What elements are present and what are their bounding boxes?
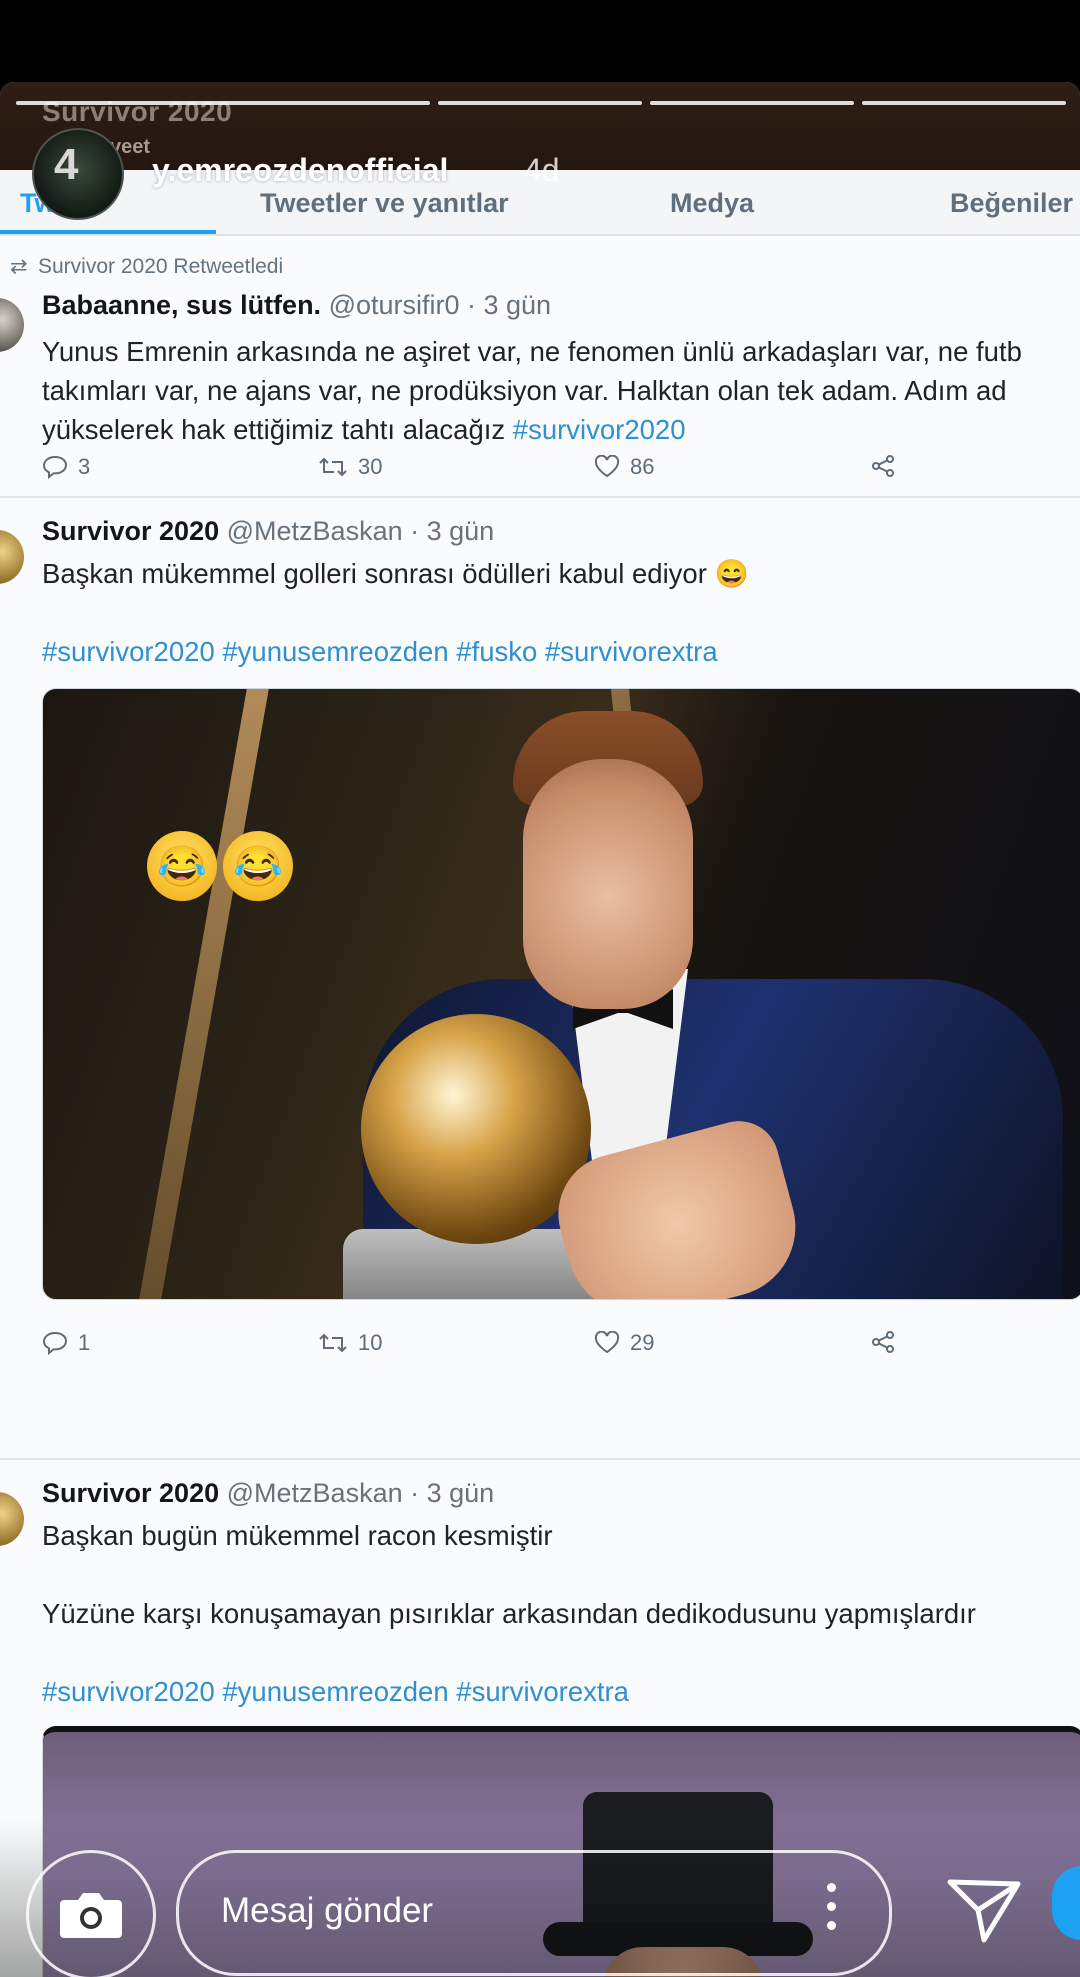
tab-media[interactable]: Medya [670, 188, 754, 219]
tweet-hashtags[interactable]: #survivor2020 #yunusemreozden #survivore… [42, 1672, 629, 1711]
story-username[interactable]: y.emreozdenofficial [152, 152, 448, 189]
author-handle-time: @MetzBaskan · 3 gün [226, 1478, 495, 1508]
progress-segment [438, 101, 642, 105]
tab-tweets-and-replies[interactable]: Tweetler ve yanıtlar [260, 188, 509, 219]
photo-face [523, 759, 693, 1009]
golden-ball-trophy [361, 1014, 591, 1244]
tweet-1[interactable]: ⇄ Survivor 2020 Retweetledi Babaanne, sus… [0, 236, 1080, 498]
retweet-context: ⇄ Survivor 2020 Retweetledi [10, 255, 284, 278]
share-icon [872, 455, 894, 477]
retweet-icon: ⇄ [10, 255, 28, 278]
author-handle-time: @MetzBaskan · 3 gün [226, 516, 495, 546]
retweet-button[interactable]: 30 [318, 454, 382, 480]
progress-segment [16, 101, 430, 105]
share-button[interactable] [870, 454, 896, 478]
tweet-header: Survivor 2020 @MetzBaskan · 3 gün [42, 516, 494, 547]
tweet-media-photo[interactable]: 😂 😂 [42, 688, 1080, 1300]
retweet-icon [319, 457, 347, 477]
tweet-header: Babaanne, sus lütfen. @otursifir0 · 3 gü… [42, 290, 551, 321]
tweet-2[interactable]: Survivor 2020 @MetzBaskan · 3 gün Başkan… [0, 496, 1080, 1460]
tweet-actions: 1 10 29 [42, 1330, 922, 1364]
story-viewer: Survivor 2020 veet Tweet Tweetler ve yan… [0, 0, 1080, 1977]
share-icon [872, 1331, 894, 1353]
tweet-text-line-1: Başkan bugün mükemmel racon kesmiştir [42, 1520, 553, 1551]
progress-segment [862, 101, 1066, 105]
camera-icon [60, 1893, 122, 1938]
reply-button[interactable]: 3 [42, 454, 90, 480]
active-tab-indicator [0, 230, 216, 234]
share-button[interactable] [870, 1330, 896, 1354]
more-options-icon[interactable] [827, 1883, 837, 1943]
author-name[interactable]: Survivor 2020 [42, 1478, 219, 1508]
message-placeholder: Mesaj gönder [221, 1891, 434, 1930]
paper-plane-icon [947, 1879, 1021, 1943]
reply-icon [42, 455, 68, 479]
story-timestamp: 4d [524, 152, 560, 188]
story-progress-bar [0, 101, 1080, 105]
laughing-emoji-icon: 😂 [223, 831, 293, 901]
hashtag-link[interactable]: #survivor2020 [513, 414, 686, 445]
reply-button[interactable]: 1 [42, 1330, 90, 1356]
tweet-header: Survivor 2020 @MetzBaskan · 3 gün [42, 1478, 494, 1509]
author-avatar[interactable] [0, 1492, 24, 1546]
tab-likes[interactable]: Beğeniler [950, 188, 1073, 219]
laughing-emoji-icon: 😂 [147, 831, 217, 901]
like-button[interactable]: 86 [594, 454, 654, 480]
retweet-button[interactable]: 10 [318, 1330, 382, 1356]
author-avatar[interactable] [0, 530, 24, 584]
tweet-hashtags[interactable]: #survivor2020 #yunusemreozden #fusko #su… [42, 632, 718, 671]
retweet-icon [319, 1333, 347, 1353]
tweet-screenshot: Survivor 2020 veet Tweet Tweetler ve yan… [0, 82, 1080, 1977]
tweet-text: Başkan mükemmel golleri sonrası ödülleri… [42, 558, 749, 589]
reply-icon [42, 1331, 68, 1355]
tweet-actions: 3 30 86 [42, 454, 922, 488]
stage-light-beam [139, 689, 269, 1299]
author-name[interactable]: Babaanne, sus lütfen. [42, 290, 321, 320]
progress-segment [650, 101, 854, 105]
author-avatar[interactable] [0, 298, 24, 352]
tweet-text: Yunus Emrenin arkasında ne aşiret var, n… [42, 336, 1022, 445]
send-button[interactable] [944, 1876, 1024, 1946]
camera-button[interactable] [26, 1850, 156, 1977]
tweet-text-line-2: Yüzüne karşı konuşamayan pısırıklar arka… [42, 1598, 976, 1629]
heart-icon [594, 1331, 620, 1354]
message-input[interactable]: Mesaj gönder [176, 1850, 892, 1976]
story-user-avatar[interactable]: 4 [32, 128, 124, 220]
heart-icon [594, 455, 620, 478]
author-name[interactable]: Survivor 2020 [42, 516, 219, 546]
like-button[interactable]: 29 [594, 1330, 654, 1356]
author-handle-time: @otursifir0 · 3 gün [328, 290, 552, 320]
